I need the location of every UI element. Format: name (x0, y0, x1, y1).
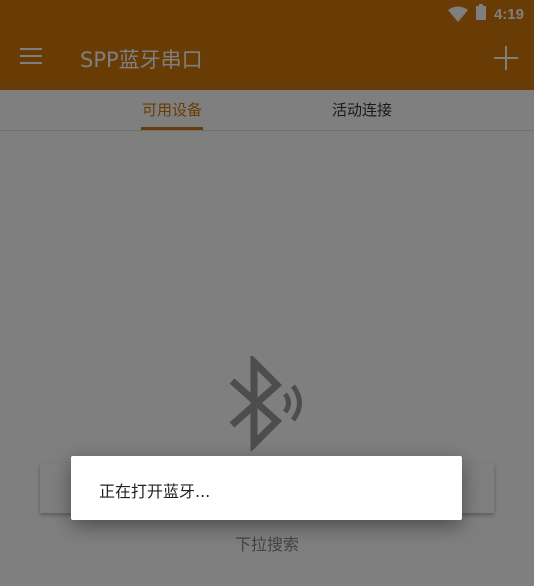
progress-dialog: 正在打开蓝牙... (71, 456, 462, 520)
dialog-message: 正在打开蓝牙... (99, 482, 211, 501)
